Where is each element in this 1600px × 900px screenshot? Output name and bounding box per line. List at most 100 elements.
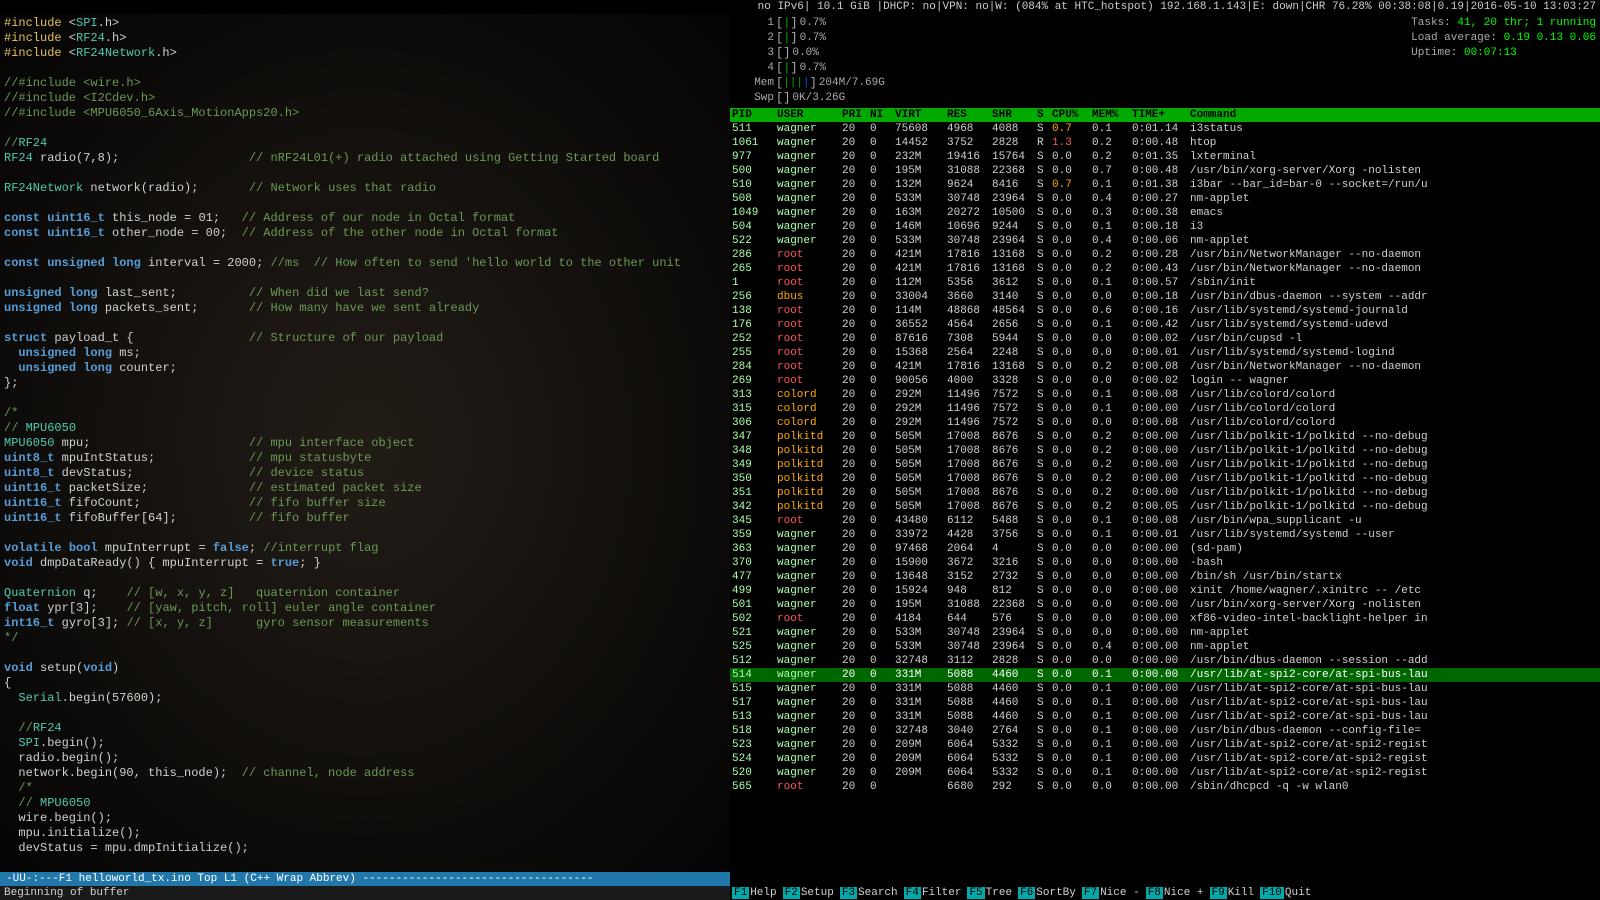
- fn-key-f4[interactable]: F4Filter: [904, 887, 968, 899]
- fn-key-f9[interactable]: F9Kill: [1210, 887, 1261, 899]
- htop-process-row[interactable]: 511 wagner 20 0 75608 4968 4088 S 0.7 0.…: [730, 122, 1600, 136]
- proc-cmd: /usr/lib/systemd/systemd-journald: [1190, 304, 1598, 318]
- htop-process-row[interactable]: 359 wagner 20 0 33972 4428 3756 S 0.0 0.…: [730, 528, 1600, 542]
- htop-process-row[interactable]: 565 root 20 0 6680 292 S 0.0 0.0 0:00.00…: [730, 780, 1600, 794]
- htop-process-row[interactable]: 523 wagner 20 0 209M 6064 5332 S 0.0 0.1…: [730, 738, 1600, 752]
- htop-process-row[interactable]: 256 dbus 20 0 33004 3660 3140 S 0.0 0.0 …: [730, 290, 1600, 304]
- htop-process-row[interactable]: 138 root 20 0 114M 48868 48564 S 0.0 0.6…: [730, 304, 1600, 318]
- htop-process-row[interactable]: 255 root 20 0 15368 2564 2248 S 0.0 0.0 …: [730, 346, 1600, 360]
- proc-ni: 0: [870, 248, 895, 262]
- proc-cpu: 0.0: [1052, 710, 1092, 724]
- content-area: #include <SPI.h>#include <RF24.h>#includ…: [0, 14, 1600, 900]
- htop-process-row[interactable]: 525 wagner 20 0 533M 30748 23964 S 0.0 0…: [730, 640, 1600, 654]
- htop-process-row[interactable]: 286 root 20 0 421M 17816 13168 S 0.0 0.2…: [730, 248, 1600, 262]
- proc-pid: 500: [732, 164, 777, 178]
- htop-process-row[interactable]: 350 polkitd 20 0 505M 17008 8676 S 0.0 0…: [730, 472, 1600, 486]
- col-header-pri: PRI: [842, 109, 870, 121]
- proc-cpu: 0.0: [1052, 612, 1092, 626]
- htop-process-row[interactable]: 1049 wagner 20 0 163M 20272 10500 S 0.0 …: [730, 206, 1600, 220]
- proc-time: 0:00.00: [1132, 584, 1190, 598]
- htop-process-row[interactable]: 351 polkitd 20 0 505M 17008 8676 S 0.0 0…: [730, 486, 1600, 500]
- proc-virt: 209M: [895, 766, 947, 780]
- htop-process-row[interactable]: 315 colord 20 0 292M 11496 7572 S 0.0 0.…: [730, 402, 1600, 416]
- col-header-time: TIME+: [1132, 109, 1190, 121]
- proc-pri: 20: [842, 360, 870, 374]
- proc-time: 0:00.00: [1132, 710, 1190, 724]
- htop-process-row[interactable]: 508 wagner 20 0 533M 30748 23964 S 0.0 0…: [730, 192, 1600, 206]
- proc-virt: 533M: [895, 626, 947, 640]
- fn-key-f1[interactable]: F1Help: [732, 887, 783, 899]
- htop-process-row[interactable]: 370 wagner 20 0 15900 3672 3216 S 0.0 0.…: [730, 556, 1600, 570]
- code-line: int16_t gyro[3]; // [x, y, z] gyro senso…: [4, 616, 726, 631]
- htop-process-row[interactable]: 269 root 20 0 90056 4000 3328 S 0.0 0.0 …: [730, 374, 1600, 388]
- fn-key-f2[interactable]: F2Setup: [783, 887, 840, 899]
- htop-process-row[interactable]: 521 wagner 20 0 533M 30748 23964 S 0.0 0…: [730, 626, 1600, 640]
- htop-process-row[interactable]: 977 wagner 20 0 232M 19416 15764 S 0.0 0…: [730, 150, 1600, 164]
- proc-user: root: [777, 514, 842, 528]
- proc-state: S: [1037, 122, 1052, 136]
- proc-cmd: /usr/lib/polkit-1/polkitd --no-debug: [1190, 500, 1598, 514]
- htop-process-row[interactable]: 502 root 20 0 4184 644 576 S 0.0 0.0 0:0…: [730, 612, 1600, 626]
- proc-shr: 4088: [992, 122, 1037, 136]
- htop-process-row[interactable]: 514 wagner 20 0 331M 5088 4460 S 0.0 0.1…: [730, 668, 1600, 682]
- code-editor-content[interactable]: #include <SPI.h>#include <RF24.h>#includ…: [0, 14, 730, 872]
- fn-key-f7[interactable]: F7Nice -: [1082, 887, 1146, 899]
- proc-cmd: (sd-pam): [1190, 542, 1598, 556]
- proc-time: 0:00.00: [1132, 570, 1190, 584]
- proc-ni: 0: [870, 584, 895, 598]
- proc-cmd: /bin/sh /usr/bin/startx: [1190, 570, 1598, 584]
- fn-key-f10[interactable]: F10Quit: [1260, 887, 1317, 899]
- htop-process-row[interactable]: 518 wagner 20 0 32748 3040 2764 S 0.0 0.…: [730, 724, 1600, 738]
- htop-process-row[interactable]: 499 wagner 20 0 15924 948 812 S 0.0 0.0 …: [730, 584, 1600, 598]
- fn-key-f6[interactable]: F6SortBy: [1018, 887, 1082, 899]
- htop-process-row[interactable]: 349 polkitd 20 0 505M 17008 8676 S 0.0 0…: [730, 458, 1600, 472]
- htop-process-row[interactable]: 512 wagner 20 0 32748 3112 2828 S 0.0 0.…: [730, 654, 1600, 668]
- htop-process-row[interactable]: 252 root 20 0 87616 7308 5944 S 0.0 0.0 …: [730, 332, 1600, 346]
- htop-process-row[interactable]: 348 polkitd 20 0 505M 17008 8676 S 0.0 0…: [730, 444, 1600, 458]
- proc-cpu: 0.0: [1052, 626, 1092, 640]
- proc-pri: 20: [842, 164, 870, 178]
- htop-process-row[interactable]: 306 colord 20 0 292M 11496 7572 S 0.0 0.…: [730, 416, 1600, 430]
- htop-process-row[interactable]: 517 wagner 20 0 331M 5088 4460 S 0.0 0.1…: [730, 696, 1600, 710]
- fn-key-f5[interactable]: F5Tree: [967, 887, 1018, 899]
- proc-pri: 20: [842, 122, 870, 136]
- htop-process-row[interactable]: 515 wagner 20 0 331M 5088 4460 S 0.0 0.1…: [730, 682, 1600, 696]
- htop-process-row[interactable]: 1 root 20 0 112M 5356 3612 S 0.0 0.1 0:0…: [730, 276, 1600, 290]
- proc-ni: 0: [870, 360, 895, 374]
- editor-panel[interactable]: #include <SPI.h>#include <RF24.h>#includ…: [0, 14, 730, 900]
- proc-pid: 515: [732, 682, 777, 696]
- htop-process-row[interactable]: 265 root 20 0 421M 17816 13168 S 0.0 0.2…: [730, 262, 1600, 276]
- htop-process-row[interactable]: 524 wagner 20 0 209M 6064 5332 S 0.0 0.1…: [730, 752, 1600, 766]
- proc-ni: 0: [870, 598, 895, 612]
- htop-process-row[interactable]: 510 wagner 20 0 132M 9624 8416 S 0.7 0.1…: [730, 178, 1600, 192]
- proc-time: 0:00.48: [1132, 164, 1190, 178]
- htop-process-row[interactable]: 500 wagner 20 0 195M 31088 22368 S 0.0 0…: [730, 164, 1600, 178]
- htop-process-row[interactable]: 1061 wagner 20 0 14452 3752 2828 R 1.3 0…: [730, 136, 1600, 150]
- htop-process-row[interactable]: 513 wagner 20 0 331M 5088 4460 S 0.0 0.1…: [730, 710, 1600, 724]
- htop-process-row[interactable]: 504 wagner 20 0 146M 10696 9244 S 0.0 0.…: [730, 220, 1600, 234]
- htop-process-row[interactable]: 363 wagner 20 0 97468 2064 4 S 0.0 0.0 0…: [730, 542, 1600, 556]
- htop-process-row[interactable]: 501 wagner 20 0 195M 31088 22368 S 0.0 0…: [730, 598, 1600, 612]
- htop-process-row[interactable]: 342 polkitd 20 0 505M 17008 8676 S 0.0 0…: [730, 500, 1600, 514]
- proc-time: 0:00.00: [1132, 654, 1190, 668]
- htop-process-row[interactable]: 284 root 20 0 421M 17816 13168 S 0.0 0.2…: [730, 360, 1600, 374]
- proc-pid: 977: [732, 150, 777, 164]
- proc-user: wagner: [777, 710, 842, 724]
- htop-process-row[interactable]: 522 wagner 20 0 533M 30748 23964 S 0.0 0…: [730, 234, 1600, 248]
- fn-key-label: Search: [858, 887, 898, 899]
- fn-key-f3[interactable]: F3Search: [840, 887, 904, 899]
- htop-process-row[interactable]: 477 wagner 20 0 13648 3152 2732 S 0.0 0.…: [730, 570, 1600, 584]
- proc-res: 3672: [947, 556, 992, 570]
- proc-mem: 0.0: [1092, 570, 1132, 584]
- htop-process-row[interactable]: 313 colord 20 0 292M 11496 7572 S 0.0 0.…: [730, 388, 1600, 402]
- proc-pri: 20: [842, 598, 870, 612]
- proc-time: 0:00.08: [1132, 416, 1190, 430]
- htop-process-row[interactable]: 520 wagner 20 0 209M 6064 5332 S 0.0 0.1…: [730, 766, 1600, 780]
- htop-process-row[interactable]: 176 root 20 0 36552 4564 2656 S 0.0 0.1 …: [730, 318, 1600, 332]
- htop-process-row[interactable]: 347 polkitd 20 0 505M 17008 8676 S 0.0 0…: [730, 430, 1600, 444]
- htop-process-row[interactable]: 345 root 20 0 43480 6112 5488 S 0.0 0.1 …: [730, 514, 1600, 528]
- proc-pid: 504: [732, 220, 777, 234]
- proc-pid: 513: [732, 710, 777, 724]
- proc-res: 17816: [947, 360, 992, 374]
- fn-key-f8[interactable]: F8Nice +: [1146, 887, 1210, 899]
